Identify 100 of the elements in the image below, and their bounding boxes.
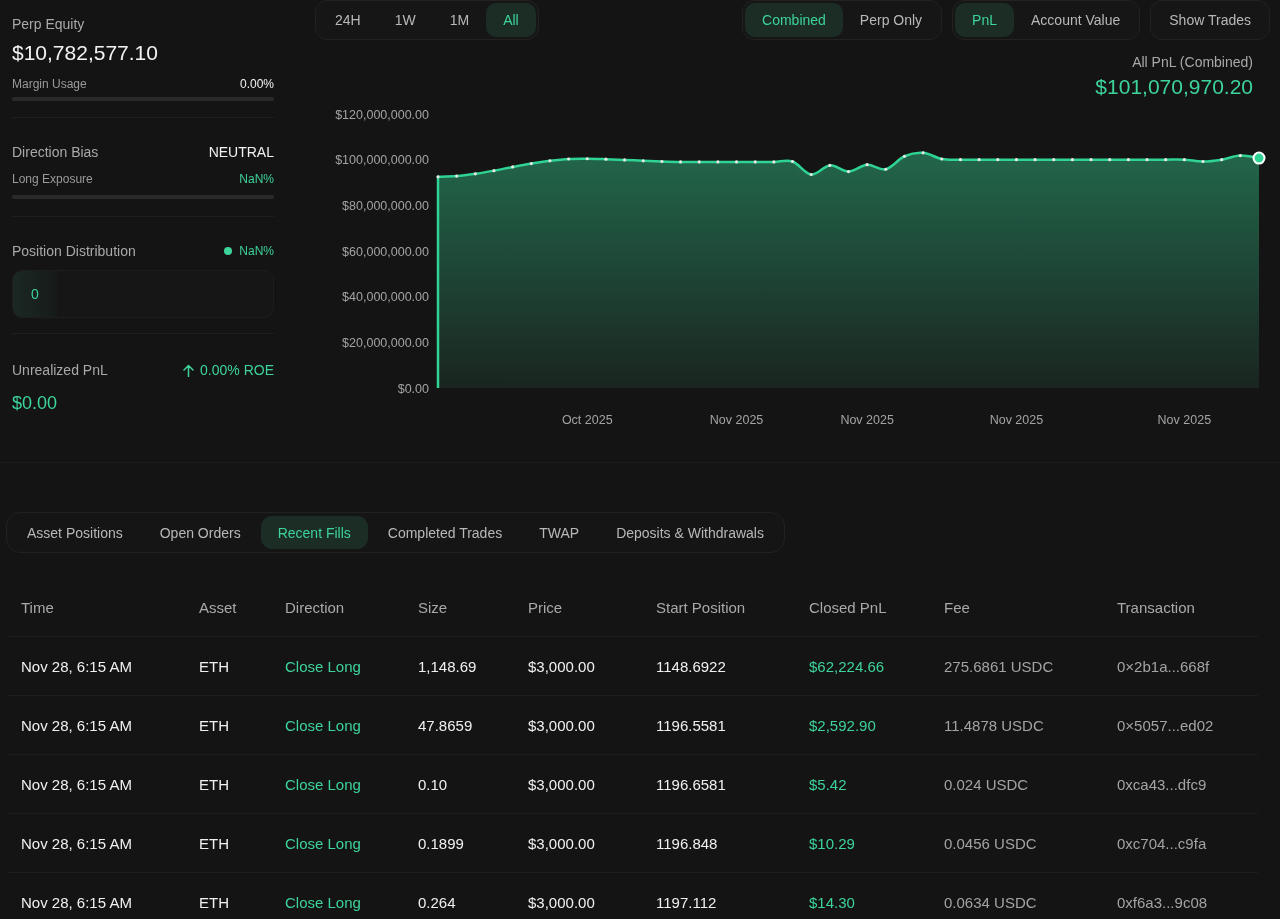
data-point <box>734 160 739 164</box>
table-cell: Close Long <box>285 716 361 734</box>
table-cell: 1197.112 <box>656 893 717 911</box>
column-header: Size <box>418 599 448 616</box>
data-point <box>678 160 683 164</box>
table-cell: 47.8659 <box>418 716 473 734</box>
data-point <box>1252 151 1266 165</box>
table-cell: 0.024 USDC <box>944 775 1029 793</box>
table-cell: $3,000.00 <box>528 775 595 793</box>
data-point <box>660 159 664 164</box>
table-cell: 1,148.69 <box>418 657 477 675</box>
show-trades-button[interactable]: Show Trades <box>1150 0 1270 40</box>
data-point <box>585 157 589 161</box>
margin-usage-label: Margin Usage <box>12 76 87 92</box>
tab-button[interactable]: 1W <box>377 3 433 37</box>
column-header: Fee <box>944 599 970 616</box>
data-point <box>996 158 1000 162</box>
tab-button[interactable]: All <box>486 3 536 37</box>
y-axis-label: $100,000,000.00 <box>335 153 429 168</box>
data-point <box>1052 158 1056 162</box>
x-axis-label: Nov 2025 <box>1157 413 1212 427</box>
table-cell: Nov 28, 6:15 AM <box>21 893 132 911</box>
long-exposure-value: NaN% <box>239 171 274 187</box>
table-cell: 0.264 <box>418 893 456 911</box>
y-axis-label: $80,000,000.00 <box>342 198 429 213</box>
data-point <box>1238 153 1242 158</box>
data-point <box>1033 158 1037 162</box>
data-point <box>772 160 776 164</box>
x-axis-label: Nov 2025 <box>989 413 1044 427</box>
data-point <box>473 172 477 176</box>
y-axis-label: $0.00 <box>397 381 429 396</box>
legend-value: NaN% <box>239 243 274 259</box>
table-cell: $3,000.00 <box>528 716 595 734</box>
table-cell: 0.10 <box>418 775 448 793</box>
table-cell: ETH <box>199 775 229 793</box>
table-cell: 1196.6581 <box>656 775 726 793</box>
table-cell: $62,224.66 <box>809 657 885 675</box>
data-point <box>977 158 981 162</box>
data-point <box>436 175 440 179</box>
table-cell: ETH <box>199 716 229 734</box>
data-point <box>567 157 571 161</box>
column-header: Direction <box>285 599 345 616</box>
tab-button[interactable]: PnL <box>955 3 1015 37</box>
y-axis-label: $40,000,000.00 <box>342 290 429 305</box>
data-point <box>1220 158 1224 162</box>
data-point <box>958 158 963 162</box>
table-cell: $5.42 <box>809 775 847 793</box>
data-point <box>697 160 701 164</box>
tab-button[interactable]: Perp Only <box>842 3 940 37</box>
tab[interactable]: Asset Positions <box>10 516 140 549</box>
table-cell: 1196.848 <box>656 834 718 852</box>
tab[interactable]: Open Orders <box>142 516 258 549</box>
x-axis-label: Nov 2025 <box>840 413 894 427</box>
table-cell: 0×2b1a...668f <box>1117 657 1210 675</box>
table-cell: $14.30 <box>809 893 855 911</box>
chart-summary-label: All PnL (Combined) <box>1132 53 1253 71</box>
data-point <box>828 163 832 167</box>
table-cell: $10.29 <box>809 834 855 852</box>
column-header: Closed PnL <box>809 599 887 616</box>
table-cell: $3,000.00 <box>528 834 595 852</box>
y-axis-label: $20,000,000.00 <box>342 335 429 350</box>
table-cell: 275.6861 USDC <box>944 657 1054 675</box>
table-cell: Close Long <box>285 657 361 675</box>
tab-button[interactable]: Account Value <box>1014 3 1138 37</box>
tab[interactable]: Completed Trades <box>370 516 520 549</box>
table-cell: $2,592.90 <box>809 716 876 734</box>
long-exposure-label: Long Exposure <box>12 171 93 187</box>
data-point <box>809 172 813 177</box>
tab[interactable]: Deposits & Withdrawals <box>599 516 781 549</box>
table-cell: 11.4878 USDC <box>944 716 1044 734</box>
data-point <box>492 169 496 173</box>
y-axis-label: $120,000,000.00 <box>335 107 429 122</box>
data-point <box>623 158 627 162</box>
tab-button[interactable]: 24H <box>318 3 378 37</box>
chart-summary-value: $101,070,970.20 <box>1095 74 1253 100</box>
table-cell: 0.1899 <box>418 834 464 852</box>
data-point <box>846 169 851 174</box>
data-point <box>511 165 515 169</box>
data-point <box>790 159 795 164</box>
data-point <box>884 167 888 171</box>
column-header: Time <box>21 599 54 616</box>
data-point <box>1089 158 1093 162</box>
data-point <box>1070 158 1074 162</box>
data-point <box>921 151 925 155</box>
data-point <box>548 159 552 163</box>
table-cell: ETH <box>199 893 229 911</box>
table-cell: $3,000.00 <box>528 657 595 675</box>
tab-button[interactable]: 1M <box>432 3 487 37</box>
table-cell: 0xc704...c9fa <box>1117 834 1207 852</box>
data-point <box>940 157 944 161</box>
tab[interactable]: Recent Fills <box>260 516 368 549</box>
column-header: Transaction <box>1117 599 1195 616</box>
legend-dot-icon <box>224 247 233 255</box>
column-header: Start Position <box>656 599 746 616</box>
column-header: Price <box>528 599 563 616</box>
table-cell: Close Long <box>285 893 361 911</box>
tab[interactable]: TWAP <box>522 516 597 549</box>
data-point <box>1145 158 1149 162</box>
tab-button[interactable]: Combined <box>745 3 843 37</box>
distribution-segment: 0 <box>13 271 57 317</box>
